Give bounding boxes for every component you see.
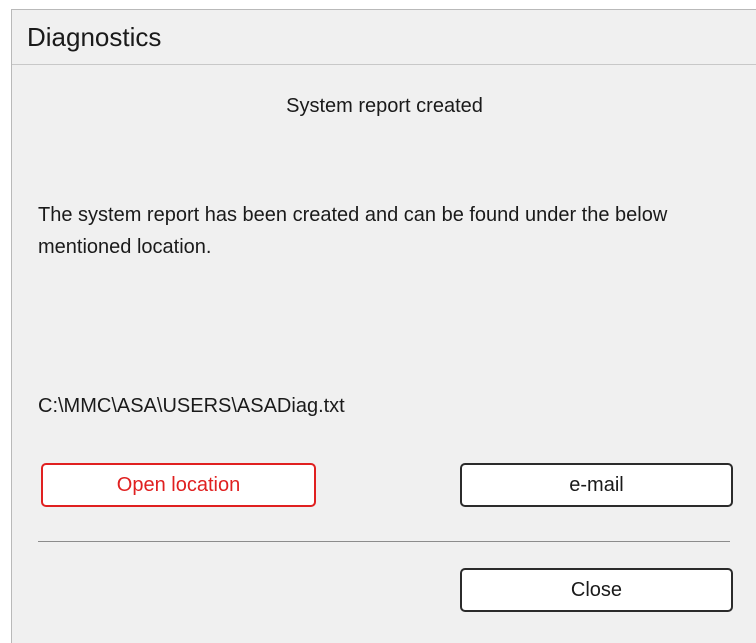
report-message: The system report has been created and c… [38,204,668,258]
window-title: Diagnostics [27,22,162,52]
open-location-button[interactable]: Open location [41,463,316,507]
separator-line [38,541,730,542]
title-bar[interactable]: Diagnostics [12,10,756,65]
report-heading: System report created [286,95,483,117]
close-button[interactable]: Close [460,568,733,612]
report-file-path: C:\MMC\ASA\USERS\ASADiag.txt [38,395,345,417]
diagnostics-dialog: Diagnostics System report created The sy… [11,9,756,643]
email-button[interactable]: e-mail [460,463,733,507]
